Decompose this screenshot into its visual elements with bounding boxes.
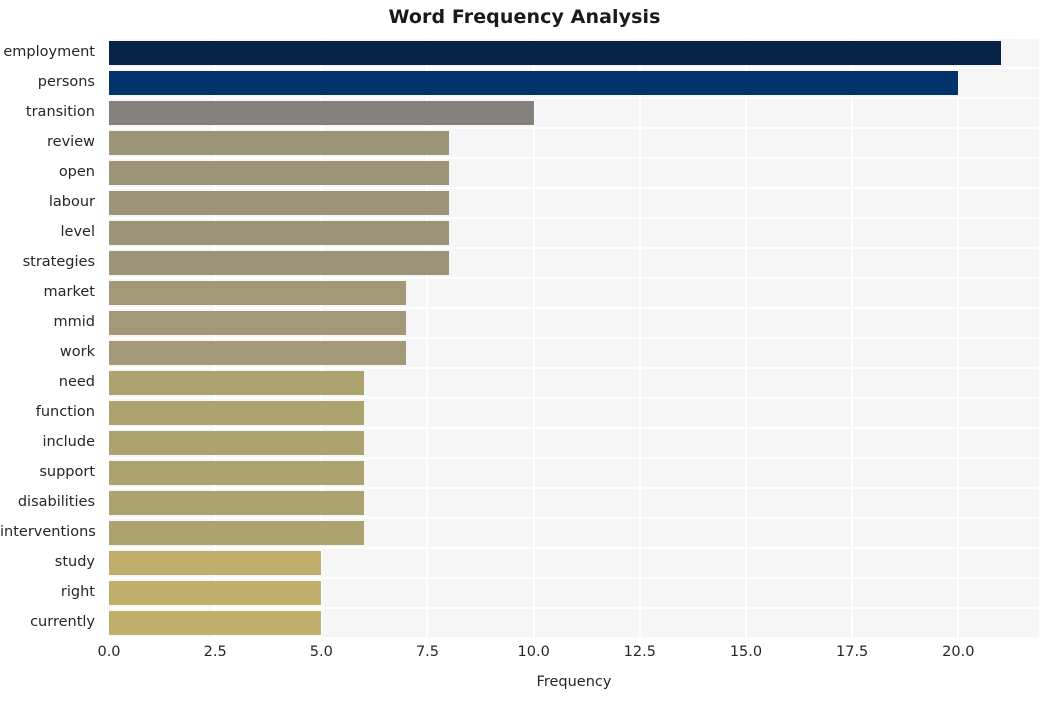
gridline-horizontal <box>109 427 1039 429</box>
y-tick-label-level: level <box>60 224 95 240</box>
gridline-horizontal <box>109 127 1039 129</box>
gridline-horizontal <box>109 607 1039 609</box>
x-tick-label-20.0: 20.0 <box>942 644 975 660</box>
bar-work <box>109 341 407 365</box>
gridline-horizontal <box>109 487 1039 489</box>
bar-transition <box>109 101 534 125</box>
bar-review <box>109 131 449 155</box>
bar-labour <box>109 191 449 215</box>
bar-strategies <box>109 251 449 275</box>
y-tick-label-persons: persons <box>37 74 95 90</box>
bar-employment <box>109 41 1001 65</box>
bar-right <box>109 581 322 605</box>
x-tick-label-7.5: 7.5 <box>415 644 440 660</box>
plot-area <box>109 38 1039 638</box>
y-tick-label-need: need <box>58 374 95 390</box>
chart-title: Word Frequency Analysis <box>388 6 661 28</box>
bar-level <box>109 221 449 245</box>
y-tick-label-transition: transition <box>25 104 95 120</box>
gridline-horizontal <box>109 38 1039 39</box>
y-tick-label-right: right <box>60 584 95 600</box>
y-tick-label-interventions: interventions <box>0 524 96 540</box>
chart-figure: Word Frequency Analysis employment person… <box>0 0 1049 701</box>
gridline-horizontal <box>109 637 1039 638</box>
bar-need <box>109 371 364 395</box>
gridline-horizontal <box>109 247 1039 249</box>
gridline-horizontal <box>109 97 1039 99</box>
x-tick-label-5.0: 5.0 <box>309 644 333 660</box>
bar-mmid <box>109 311 407 335</box>
bar-persons <box>109 71 959 95</box>
bar-market <box>109 281 407 305</box>
x-axis-label: Frequency <box>536 674 612 690</box>
gridline-horizontal <box>109 457 1039 459</box>
y-tick-label-review: review <box>47 134 95 150</box>
y-tick-label-function: function <box>35 404 95 420</box>
y-tick-label-labour: labour <box>48 194 95 210</box>
y-tick-label-work: work <box>59 344 95 360</box>
bar-study <box>109 551 322 575</box>
gridline-horizontal <box>109 547 1039 549</box>
y-tick-label-disabilities: disabilities <box>17 494 95 510</box>
y-tick-label-open: open <box>58 164 95 180</box>
bar-interventions <box>109 521 364 545</box>
gridline-horizontal <box>109 217 1039 219</box>
y-tick-label-employment: employment <box>3 44 95 60</box>
y-tick-label-include: include <box>42 434 95 450</box>
bar-support <box>109 461 364 485</box>
y-tick-label-study: study <box>54 554 95 570</box>
gridline-horizontal <box>109 337 1039 339</box>
x-tick-label-0.0: 0.0 <box>97 644 121 660</box>
bar-open <box>109 161 449 185</box>
bar-include <box>109 431 364 455</box>
y-tick-label-mmid: mmid <box>53 314 95 330</box>
bar-function <box>109 401 364 425</box>
bar-disabilities <box>109 491 364 515</box>
y-tick-label-support: support <box>39 464 95 480</box>
y-axis-tick-labels: employment persons transition review open lab… <box>0 38 103 638</box>
y-tick-label-currently: currently <box>30 614 95 630</box>
gridline-horizontal <box>109 367 1039 369</box>
gridline-horizontal <box>109 157 1039 159</box>
gridline-horizontal <box>109 397 1039 399</box>
y-tick-label-strategies: strategies <box>22 254 95 270</box>
y-tick-label-market: market <box>43 284 95 300</box>
x-tick-label-2.5: 2.5 <box>203 644 227 660</box>
gridline-horizontal <box>109 577 1039 579</box>
bar-currently <box>109 611 322 635</box>
gridline-horizontal <box>109 517 1039 519</box>
x-tick-label-12.5: 12.5 <box>623 644 656 660</box>
x-axis-tick-labels: 0.0 2.5 5.0 7.5 10.0 12.5 15.0 17.5 20.0 <box>0 644 1049 668</box>
gridline-horizontal <box>109 187 1039 189</box>
gridline-horizontal <box>109 277 1039 279</box>
x-tick-label-17.5: 17.5 <box>835 644 869 660</box>
x-tick-label-15.0: 15.0 <box>729 644 763 660</box>
x-tick-label-10.0: 10.0 <box>517 644 550 660</box>
gridline-horizontal <box>109 67 1039 69</box>
gridline-horizontal <box>109 307 1039 309</box>
